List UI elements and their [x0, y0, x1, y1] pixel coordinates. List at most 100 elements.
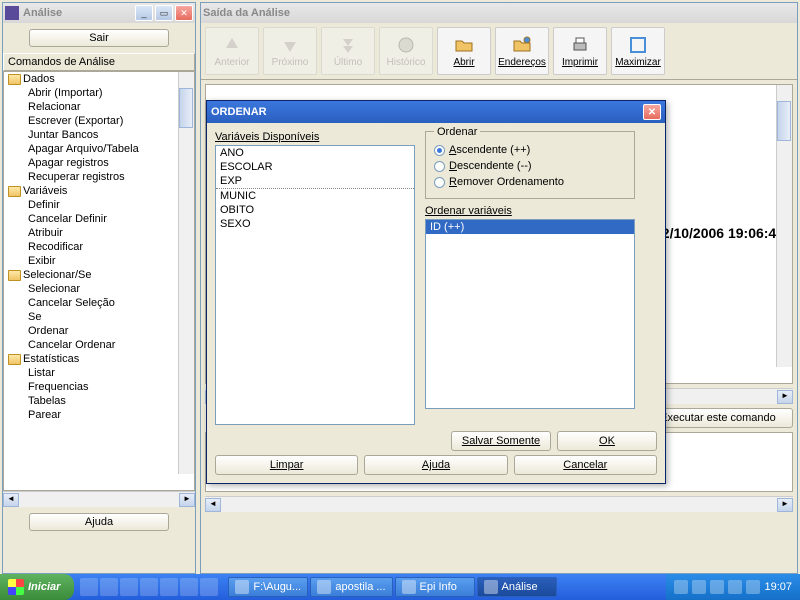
cancel-button[interactable]: Cancelar [514, 455, 657, 475]
ql-item[interactable] [140, 578, 158, 596]
restore-button[interactable]: ▭ [155, 5, 173, 21]
taskbar-app-button[interactable]: Epi Info [395, 577, 475, 597]
scroll-left-icon[interactable]: ◄ [3, 493, 19, 507]
ultimo-button: Último [321, 27, 375, 75]
radio-label: Ascendente (++) [449, 144, 530, 156]
tree-vscroll[interactable] [178, 72, 194, 474]
tree-command-item[interactable]: Tabelas [4, 394, 194, 408]
tree-command-item[interactable]: Cancelar Ordenar [4, 338, 194, 352]
tree-command-item[interactable]: Apagar Arquivo/Tabela [4, 142, 194, 156]
ql-item[interactable] [120, 578, 138, 596]
tree-folder[interactable]: Variáveis [4, 184, 194, 198]
quick-launch [74, 578, 224, 596]
tree-command-item[interactable]: Parear [4, 408, 194, 422]
tree-command-item[interactable]: Exibir [4, 254, 194, 268]
scroll-right-icon[interactable]: ► [179, 493, 195, 507]
available-var-item[interactable]: SEXO [216, 217, 414, 231]
available-var-item[interactable]: EXP [216, 174, 414, 189]
app-icon [5, 6, 19, 20]
available-var-item[interactable]: MUNIC [216, 189, 414, 203]
sort-direction-legend: Ordenar [434, 126, 480, 138]
tree-command-item[interactable]: Recodificar [4, 240, 194, 254]
dialog-close-button[interactable]: ✕ [643, 104, 661, 120]
editor-hscroll[interactable]: ◄ ► [205, 496, 793, 512]
sort-direction-radio[interactable]: Descendente (--) [434, 158, 626, 174]
tree-folder[interactable]: Estatísticas [4, 352, 194, 366]
tree-hscroll[interactable]: ◄ ► [3, 491, 195, 507]
tree-command-item[interactable]: Listar [4, 366, 194, 380]
system-tray[interactable]: 19:07 [666, 574, 800, 600]
ql-item[interactable] [200, 578, 218, 596]
sort-dialog: ORDENAR ✕ Variáveis Disponíveis ANOESCOL… [206, 100, 666, 484]
tray-icon[interactable] [728, 580, 742, 594]
tray-icon[interactable] [692, 580, 706, 594]
tree-command-item[interactable]: Atribuir [4, 226, 194, 240]
scroll-right-icon[interactable]: ► [777, 498, 793, 512]
taskbar-app-label: Análise [502, 581, 538, 593]
tree-command-item[interactable]: Selecionar [4, 282, 194, 296]
tree-command-item[interactable]: Apagar registros [4, 156, 194, 170]
available-var-item[interactable]: ANO [216, 146, 414, 160]
tree-command-item[interactable]: Se [4, 310, 194, 324]
ql-item[interactable] [100, 578, 118, 596]
dialog-titlebar[interactable]: ORDENAR ✕ [207, 101, 665, 123]
scroll-left-icon[interactable]: ◄ [205, 498, 221, 512]
scroll-right-icon[interactable]: ► [777, 390, 793, 404]
tree-command-item[interactable]: Cancelar Seleção [4, 296, 194, 310]
available-vars-listbox[interactable]: ANOESCOLAREXPMUNICOBITOSEXO [215, 145, 415, 425]
ql-item[interactable] [80, 578, 98, 596]
tree-command-item[interactable]: Relacionar [4, 100, 194, 114]
tree-folder[interactable]: Dados [4, 72, 194, 86]
enderecos-button[interactable]: Endereços [495, 27, 549, 75]
exit-button[interactable]: Sair [29, 29, 169, 47]
tree-command-item[interactable]: Ordenar [4, 324, 194, 338]
tray-icon[interactable] [674, 580, 688, 594]
ordered-var-item[interactable]: ID (++) [426, 220, 634, 234]
output-vscroll[interactable] [776, 85, 792, 367]
abrir-button[interactable]: Abrir [437, 27, 491, 75]
available-var-item[interactable]: ESCOLAR [216, 160, 414, 174]
radio-label: Remover Ordenamento [449, 176, 564, 188]
tool-label: Abrir [453, 57, 474, 68]
taskbar-app-button[interactable]: apostila ... [310, 577, 392, 597]
available-var-item[interactable]: OBITO [216, 203, 414, 217]
tool-label: Maximizar [615, 57, 661, 68]
minimize-button[interactable]: _ [135, 5, 153, 21]
tree-command-item[interactable]: Abrir (Importar) [4, 86, 194, 100]
tree-command-item[interactable]: Definir [4, 198, 194, 212]
tray-icon[interactable] [746, 580, 760, 594]
clear-button[interactable]: Limpar [215, 455, 358, 475]
save-only-button[interactable]: Salvar Somente [451, 431, 551, 451]
dialog-help-button[interactable]: Ajuda [364, 455, 507, 475]
maximizar-button[interactable]: Maximizar [611, 27, 665, 75]
ql-item[interactable] [160, 578, 178, 596]
ql-item[interactable] [180, 578, 198, 596]
tray-icon[interactable] [710, 580, 724, 594]
taskbar-app-button[interactable]: F:\Augu... [228, 577, 308, 597]
tree-command-item[interactable]: Escrever (Exportar) [4, 114, 194, 128]
imprimir-button[interactable]: Imprimir [553, 27, 607, 75]
start-button[interactable]: Iniciar [0, 574, 74, 600]
tree-command-item[interactable]: Juntar Bancos [4, 128, 194, 142]
taskbar-app-label: F:\Augu... [253, 581, 301, 593]
tree-command-item[interactable]: Cancelar Definir [4, 212, 194, 226]
tree-folder[interactable]: Selecionar/Se [4, 268, 194, 282]
proximo-button: Próximo [263, 27, 317, 75]
ordered-vars-listbox[interactable]: ID (++) [425, 219, 635, 409]
sort-direction-radio[interactable]: Remover Ordenamento [434, 174, 626, 190]
close-button[interactable]: ✕ [175, 5, 193, 21]
available-vars-label: Variáveis Disponíveis [215, 131, 415, 143]
radio-icon [434, 177, 445, 188]
tool-label: Anterior [214, 57, 249, 68]
help-button[interactable]: Ajuda [29, 513, 169, 531]
tree-command-item[interactable]: Frequencias [4, 380, 194, 394]
folder-label: Selecionar/Se [23, 269, 92, 281]
analysis-commands-window: Análise _ ▭ ✕ Sair Comandos de Análise D… [2, 2, 196, 574]
tree-command-item[interactable]: Recuperar registros [4, 170, 194, 184]
available-vars-col: Variáveis Disponíveis ANOESCOLAREXPMUNIC… [215, 131, 415, 425]
folder-icon [8, 354, 21, 365]
sort-direction-radio[interactable]: Ascendente (++) [434, 142, 626, 158]
commands-tree[interactable]: DadosAbrir (Importar)RelacionarEscrever … [3, 71, 195, 491]
ok-button[interactable]: OK [557, 431, 657, 451]
taskbar-app-button[interactable]: Análise [477, 577, 557, 597]
